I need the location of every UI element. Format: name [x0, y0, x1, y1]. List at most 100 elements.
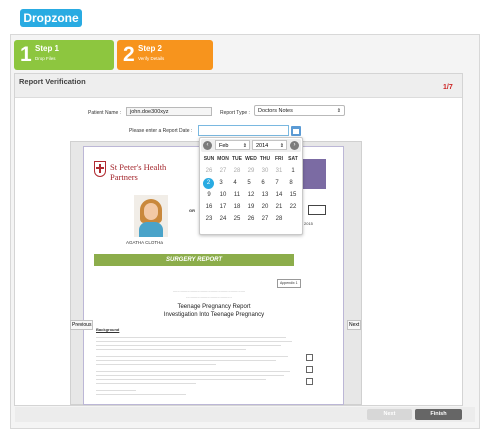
calendar-day[interactable]: 6	[256, 177, 270, 189]
calendar-day[interactable]: 21	[272, 201, 286, 213]
calendar-day[interactable]: 28	[230, 165, 244, 177]
calendar-day[interactable]: 19	[244, 201, 258, 213]
doc-checkbox	[306, 366, 313, 373]
panel-title: Report Verification	[19, 77, 86, 86]
report-date-label: Please enter a Report Date :	[129, 128, 193, 134]
patient-name-field[interactable]: john.doe300xyz	[126, 107, 212, 116]
doc-checkbox	[306, 378, 313, 385]
org-name-line2: Partners	[110, 172, 138, 182]
doc-input-box	[308, 205, 326, 215]
calendar-day[interactable]: 11	[230, 189, 244, 201]
step-title: Step 1	[35, 44, 60, 53]
calendar-day[interactable]: 14	[272, 189, 286, 201]
calendar-day[interactable]: 13	[258, 189, 272, 201]
weekday-header: WED	[245, 156, 257, 162]
doc-subheading-2: ........................................…	[186, 294, 232, 299]
calendar-day[interactable]: 22	[286, 201, 300, 213]
calendar-day[interactable]: 5	[242, 177, 256, 189]
surgery-report-banner: SURGERY REPORT	[94, 254, 294, 266]
calendar-day[interactable]: 18	[230, 201, 244, 213]
calendar-day[interactable]: 3	[214, 177, 228, 189]
report-title-1: Teenage Pregnancy Report	[177, 304, 251, 310]
calendar-day[interactable]: 2	[203, 178, 214, 189]
patient-name-label: Patient Name :	[88, 110, 122, 116]
calendar-week-row: 23 24 25 26 27 28	[202, 213, 300, 225]
calendar-day[interactable]: 23	[202, 213, 216, 225]
calendar-day[interactable]: 31	[272, 165, 286, 177]
document-body	[96, 335, 296, 395]
calendar-day[interactable]: 17	[216, 201, 230, 213]
doc-field-label: GR	[189, 208, 195, 213]
calendar-day[interactable]: 8	[284, 177, 298, 189]
calendar-week-row: 26 27 28 29 30 31 1	[202, 165, 300, 177]
calendar-day[interactable]: 4	[228, 177, 242, 189]
weekday-header: MON	[217, 156, 229, 162]
select-arrows-icon: ⇕	[242, 143, 247, 149]
calendar-day[interactable]: 15	[286, 189, 300, 201]
calendar-day[interactable]: 25	[230, 213, 244, 225]
calendar-day[interactable]: 16	[202, 201, 216, 213]
step-number: 1	[20, 43, 32, 66]
report-type-value: Doctors Notes	[258, 108, 293, 114]
report-title-2: Investigation Into Teenage Pregnancy	[163, 312, 265, 318]
step-title: Step 2	[138, 44, 163, 53]
calendar-day[interactable]: 27	[216, 165, 230, 177]
step-subtitle: Drop Files	[35, 56, 56, 61]
next-month-icon[interactable]: ›	[290, 141, 299, 150]
next-page-button[interactable]: Next	[347, 320, 362, 330]
calendar-day[interactable]: 30	[258, 165, 272, 177]
finish-button[interactable]: Finish	[415, 409, 462, 420]
appendix-badge: Appendix 1	[277, 279, 301, 288]
doc-year-fragment: 2015	[304, 221, 313, 226]
report-type-select[interactable]: Doctors Notes ⇕	[254, 105, 345, 116]
weekday-header: SAT	[288, 156, 298, 162]
weekday-header: FRI	[274, 156, 284, 162]
calendar-day[interactable]: 26	[202, 165, 216, 177]
previous-page-button[interactable]: Previous	[70, 320, 94, 330]
calendar-day[interactable]: 27	[258, 213, 272, 225]
section-heading: Background	[96, 327, 120, 332]
dropzone-logo: Dropzone	[20, 9, 82, 27]
next-button[interactable]: Next	[367, 409, 412, 420]
weekday-header: THU	[259, 156, 271, 162]
year-value: 2014	[256, 143, 269, 149]
step-number: 2	[123, 43, 135, 66]
weekday-header: SUN	[203, 156, 215, 162]
report-date-input[interactable]	[198, 125, 289, 136]
report-type-label: Report Type :	[220, 110, 250, 116]
patient-photo	[134, 195, 168, 237]
page-counter: 1/7	[443, 84, 453, 91]
calendar-week-row: 9 10 11 12 13 14 15	[202, 189, 300, 201]
patient-name-doc: AGATHA CLOTHa	[126, 240, 163, 245]
calendar-day[interactable]: 29	[244, 165, 258, 177]
step-1-tab[interactable]: 1 Step 1 Drop Files	[14, 40, 114, 70]
calendar-day	[286, 213, 300, 225]
calendar-grid: SUN MON TUE WED THU FRI SAT 26 27 28 29 30 31 1 2 3 4 5 6 7…	[202, 156, 300, 225]
step-subtitle: Verify Details	[138, 56, 165, 61]
doc-subheading: ........................................…	[172, 288, 246, 293]
calendar-day[interactable]: 28	[272, 213, 286, 225]
calendar-day[interactable]: 26	[244, 213, 258, 225]
calendar-week-row: 2345678	[202, 177, 300, 189]
calendar-day[interactable]: 20	[258, 201, 272, 213]
calendar-day[interactable]: 24	[216, 213, 230, 225]
calendar-day[interactable]: 1	[286, 165, 300, 177]
select-arrows-icon: ⇕	[336, 108, 341, 114]
org-name-line1: St Peter's Health	[110, 162, 167, 172]
doc-checkbox	[306, 354, 313, 361]
header-color-block	[302, 159, 326, 189]
year-select[interactable]: 2014 ⇕	[252, 140, 287, 150]
calendar-week-row: 16 17 18 19 20 21 22	[202, 201, 300, 213]
org-crest-icon	[94, 161, 106, 177]
select-arrows-icon: ⇕	[279, 143, 284, 149]
calendar-day[interactable]: 12	[244, 189, 258, 201]
calendar-day[interactable]: 10	[216, 189, 230, 201]
month-select[interactable]: Feb ⇕	[215, 140, 250, 150]
calendar-day[interactable]: 9	[202, 189, 216, 201]
month-value: Feb	[219, 143, 229, 149]
weekday-header: TUE	[232, 156, 242, 162]
calendar-icon[interactable]	[291, 126, 301, 136]
prev-month-icon[interactable]: ‹	[203, 141, 212, 150]
calendar-day[interactable]: 7	[270, 177, 284, 189]
step-2-tab[interactable]: 2 Step 2 Verify Details	[117, 40, 213, 70]
